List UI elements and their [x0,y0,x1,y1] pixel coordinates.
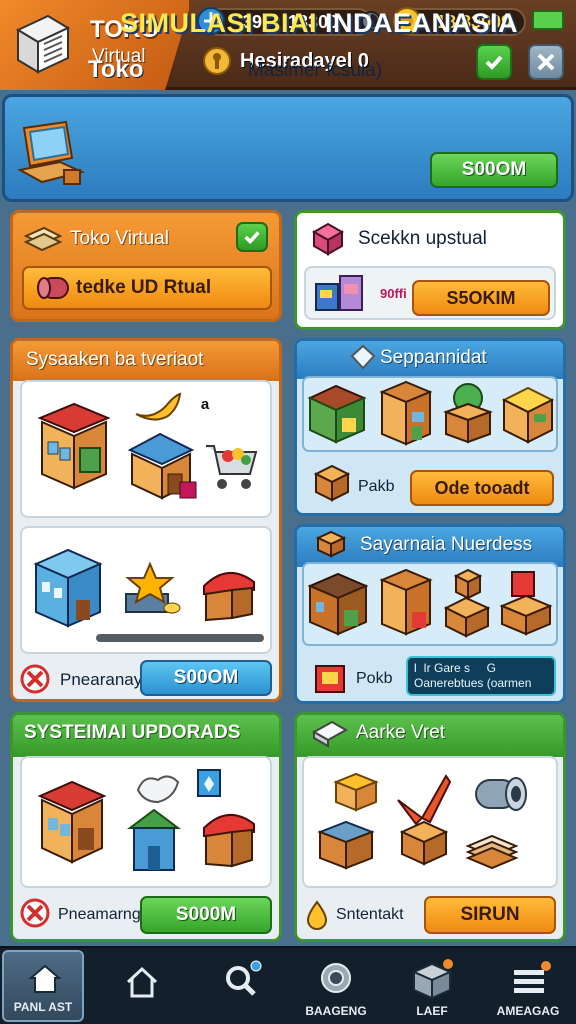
sysaaken-price-button[interactable]: S00OM [140,660,272,696]
banner-toko-label: Toko [88,56,144,83]
laptop-icon [17,120,86,185]
pipe-valve-icon [475,777,527,811]
home-icon [28,964,62,993]
sayarnaia-info-line2: Oanerebtues (oarmen [414,676,532,690]
sayarnaia-info-box[interactable]: l Ir Gare s G Oanerebtues (oarmen [406,656,556,696]
nav-label-laef: LAEF [416,1004,448,1018]
toko-virtual-bar-label: tedke UD Rtual [76,277,212,298]
cards-stack-icon [24,226,62,252]
shopping-cart-icon [206,445,258,489]
green-house-icon [127,808,181,871]
aarke-vret-title: Aarke Vret [356,722,446,743]
tall-shop-icon [379,380,433,446]
cancel-icon[interactable] [20,664,50,694]
green-shop-icon [307,384,367,444]
golden-banana-icon [135,392,182,421]
nav-item-home[interactable] [96,950,192,1024]
nav-item-search[interactable] [194,950,290,1024]
system-upgrades-footer-label: Pneamarng [58,906,141,923]
info-marker[interactable]: a [194,394,216,416]
cube-icon [311,222,345,256]
target-icon [321,963,351,993]
box-icon [411,959,453,1000]
sayarnaia-info-line1: l Ir Gare s G [414,661,497,675]
toko-virtual-check-button[interactable] [236,222,268,252]
star-stack-icon [125,561,181,614]
product-boxes-icon [315,275,363,311]
seppannidat-title: Seppannidat [380,347,487,368]
aarke-vret-footer-label: Sntentakt [336,906,404,923]
package-icon [316,530,346,558]
nav-item-bagging[interactable]: BAAGENG [288,950,384,1024]
box-icon [313,464,351,502]
cancel-icon[interactable] [20,898,50,928]
store-building-icon [15,14,71,74]
nav-item-laef[interactable]: LAEF [384,950,480,1024]
scekkn-small-text: 90ffi [380,286,407,301]
aarke-vret-price-button[interactable]: SIRUN [424,896,556,934]
battery-icon [532,10,564,30]
sayarnaia-footer-label: Pokb [356,670,393,687]
drop-icon [306,900,328,930]
handshake-icon [136,775,180,804]
search-icon [226,960,262,996]
crystal-icon [350,344,376,370]
blue-building-icon [33,548,103,628]
scekkn-price-button[interactable]: S5OKIM [412,280,550,316]
red-shed-icon [203,814,255,868]
key-icon [203,47,231,75]
close-button[interactable] [528,44,564,80]
paper-stack-icon [465,834,519,870]
system-upgrades-title: SYSTEIMAI UPDORADS [24,722,241,743]
house-outline-icon [126,966,158,998]
sysaaken-title: Sysaaken ba tveriaot [26,349,204,370]
shop-building-icon [37,402,111,490]
red-roof-shop-icon [37,780,107,864]
gift-box-icon [315,665,345,693]
yellow-shop-icon [501,386,555,444]
seppannidat-footer-label: Pakb [358,478,395,495]
nav-label-panel: PANL AST [13,1000,73,1014]
card-icon [312,720,348,748]
house-icon [127,432,197,500]
toko-virtual-title: Toko Virtual [70,228,169,249]
check-icon [485,55,503,70]
progress-track [96,634,264,642]
market-stall-icon [203,572,255,622]
close-icon [537,53,555,71]
banner-title-part-a: SIMULASI BIAI [120,8,318,38]
pipe-icon [37,277,69,299]
badge-cube-icon [197,769,221,797]
cart-crate-icon [499,571,553,636]
sysaaken-footer-label: Pnearanay [60,670,143,689]
crate-stack-icon [443,568,491,638]
confirm-button[interactable] [476,44,512,80]
plant-crate-icon [443,383,493,444]
check-icon [244,231,260,245]
market-building-icon [379,568,433,636]
banner-subtitle: Masimer fcsula) [248,60,383,81]
nav-label-menu: AMEAGAG [496,1004,560,1018]
menu-icon [514,961,551,993]
seppannidat-action-button[interactable]: Ode tooadt [410,470,554,506]
open-box-icon [333,772,379,812]
nav-item-panel[interactable]: PANL AST [2,950,84,1022]
crate-icon [317,820,375,870]
system-upgrades-price-button[interactable]: S000M [140,896,272,934]
sayarnaia-title: Sayarnaia Nuerdess [360,534,533,555]
nav-item-menu[interactable]: AMEAGAG [480,950,576,1024]
rocket-box-icon [397,774,452,866]
banner-title: SIMULASI BIAI INDAEANASIA [120,8,518,39]
banner-price-button[interactable]: S00OM [430,152,558,188]
banner-title-part-b: INDAEANASIA [325,8,519,38]
scekkn-title: Scekkn upstual [358,228,487,249]
nav-label-bagging: BAAGENG [305,1004,367,1018]
dark-shop-icon [307,572,369,636]
